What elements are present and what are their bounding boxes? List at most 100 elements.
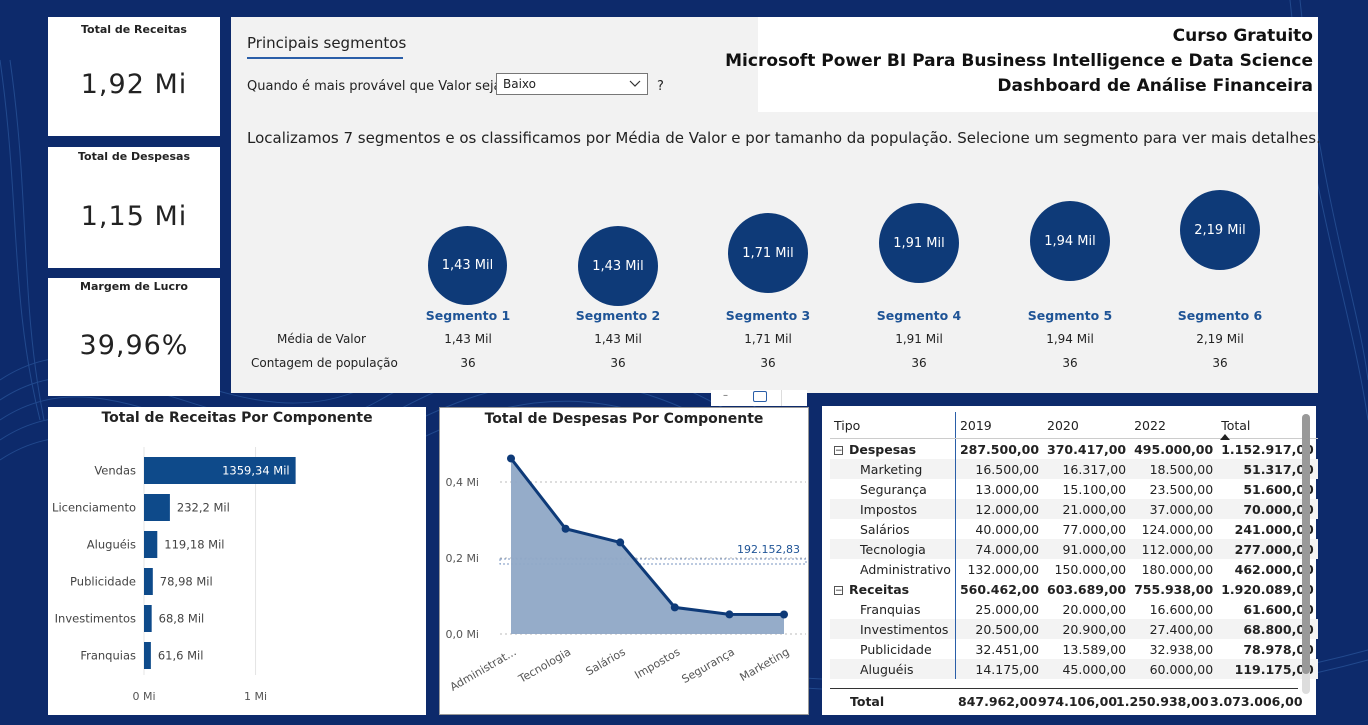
value-dropdown[interactable]: Baixo: [496, 73, 648, 95]
category-label: Aluguéis: [87, 538, 136, 552]
vertical-scrollbar[interactable]: [1302, 414, 1310, 694]
matrix-cell: 287.500,00: [959, 441, 1040, 457]
segment-bubble-1[interactable]: 1,43 Mil: [428, 226, 507, 305]
matrix-cell: 25.000,00: [975, 601, 1040, 617]
chevron-down-icon: [629, 80, 641, 87]
data-label: 1359,34 Mil: [222, 464, 290, 478]
segment-name-6[interactable]: Segmento 6: [1160, 308, 1280, 323]
data-label: 78,98 Mil: [160, 575, 213, 589]
matrix-cell: 132.000,00: [967, 561, 1040, 577]
bar: [144, 642, 151, 669]
row-label-contagem: Contagem de população: [251, 356, 398, 370]
matrix-group-row[interactable]: − Receitas 560.462,00 603.689,00 755.938,00 1…: [830, 579, 1318, 599]
matrix-cell: 18.500,00: [1130, 459, 1218, 479]
segment-name-3[interactable]: Segmento 3: [708, 308, 828, 323]
matrix-table: Tipo 2019 2020 2022 Total − Despesas 287.5…: [830, 412, 1318, 679]
matrix-cell: 91.000,00: [1043, 539, 1131, 559]
collapse-icon[interactable]: −: [834, 585, 843, 595]
filter-icon[interactable]: –: [723, 390, 728, 401]
more-options-icon[interactable]: [781, 390, 808, 406]
matrix-row[interactable]: Investimentos 20.500,00 20.900,00 27.400,00…: [830, 619, 1318, 639]
segments-description: Localizamos 7 segmentos e os classificam…: [247, 129, 1321, 147]
segment-count-6: 36: [1212, 356, 1228, 370]
matrix-cell: 32.938,00: [1149, 641, 1214, 657]
column-header-2022[interactable]: 2022: [1130, 412, 1218, 439]
segment-bubble-4[interactable]: 1,91 Mil: [879, 203, 959, 283]
matrix-cell: 124.000,00: [1141, 521, 1214, 537]
kpi-card-receitas[interactable]: Total de Receitas 1,92 Mi: [48, 17, 220, 136]
segment-bubble-6[interactable]: 2,19 Mil: [1180, 190, 1260, 270]
matrix-row[interactable]: Segurança 13.000,00 15.100,00 23.500,00 51.6…: [830, 479, 1318, 499]
matrix-cell: 16.500,00: [955, 459, 1044, 479]
collapse-icon[interactable]: −: [834, 445, 843, 455]
data-label: 119,18 Mil: [164, 538, 224, 552]
matrix-row[interactable]: Administrativo 132.000,00 150.000,00 180.00…: [830, 559, 1318, 579]
matrix-row[interactable]: Tecnologia 74.000,00 91.000,00 112.000,00 27…: [830, 539, 1318, 559]
kpi-card-margem[interactable]: Margem de Lucro 39,96%: [48, 278, 220, 396]
x-tick-label: Administrat...: [448, 645, 519, 693]
column-header-tipo[interactable]: Tipo: [830, 412, 956, 439]
matrix-cell: 755.938,00: [1134, 581, 1214, 597]
bubble-value: 1,91 Mil: [893, 235, 945, 251]
reference-line-label: 192.152,83: [737, 543, 800, 556]
segment-count-2: 36: [610, 356, 626, 370]
matrix-row[interactable]: Marketing 16.500,00 16.317,00 18.500,00 51.3…: [830, 459, 1318, 479]
matrix-group-row[interactable]: − Despesas 287.500,00 370.417,00 495.000,00 1…: [830, 438, 1318, 459]
data-point: [780, 610, 788, 619]
matrix-row[interactable]: Aluguéis 14.175,00 45.000,00 60.000,00 119.1…: [830, 659, 1318, 679]
data-label: 68,8 Mil: [159, 612, 205, 626]
matrix-cell: 27.400,00: [1130, 619, 1218, 639]
matrix-row[interactable]: Publicidade 32.451,00 13.589,00 32.938,00 78…: [830, 639, 1318, 659]
row-label-cell: Administrativo: [830, 559, 956, 579]
segment-avg-2: 1,43 Mil: [594, 332, 642, 346]
kpi-value: 1,92 Mi: [80, 69, 188, 100]
matrix-row[interactable]: Impostos 12.000,00 21.000,00 37.000,00 70.00…: [830, 499, 1318, 519]
bar: [144, 494, 170, 521]
focus-mode-icon[interactable]: [753, 391, 767, 402]
dropdown-selected-value: Baixo: [503, 77, 536, 91]
row-label-cell: Franquias: [830, 599, 956, 619]
total-2019: 847.962,00: [958, 694, 1038, 709]
question-label: Quando é mais provável que Valor seja: [247, 79, 502, 94]
matrix-cell: 20.000,00: [1062, 601, 1127, 617]
matrix-cell: 15.100,00: [1062, 481, 1127, 497]
matrix-cell: 37.000,00: [1130, 499, 1218, 519]
data-label: 232,2 Mil: [177, 501, 230, 515]
tab-principais-segmentos[interactable]: Principais segmentos: [247, 34, 406, 52]
column-header-2019[interactable]: 2019: [955, 412, 1044, 439]
segment-bubble-3[interactable]: 1,71 Mil: [728, 213, 808, 293]
kpi-value: 1,15 Mi: [80, 201, 188, 232]
x-tick-label: Impostos: [632, 645, 682, 681]
segment-name-2[interactable]: Segmento 2: [558, 308, 678, 323]
segment-bubble-5[interactable]: 1,94 Mil: [1030, 201, 1110, 281]
x-tick-label: 0 Mi: [132, 690, 155, 703]
kpi-title: Margem de Lucro: [80, 280, 188, 293]
matrix-cell: 20.900,00: [1043, 619, 1131, 639]
scrollbar-thumb[interactable]: [1302, 414, 1310, 674]
matrix-row[interactable]: Salários 40.000,00 77.000,00 124.000,00 241.…: [830, 519, 1318, 539]
matrix-cell: 23.500,00: [1149, 481, 1214, 497]
total-2022: 1.250.938,00: [1116, 694, 1209, 709]
title-line-1: Curso Gratuito: [1172, 26, 1313, 46]
column-header-2020[interactable]: 2020: [1043, 412, 1131, 439]
segment-name-5[interactable]: Segmento 5: [1010, 308, 1130, 323]
segments-panel: Principais segmentos Quando é mais prová…: [231, 17, 1321, 393]
row-label-cell: Marketing: [830, 459, 956, 479]
bar: [144, 605, 152, 632]
x-tick-label: Segurança: [680, 645, 737, 686]
kpi-card-despesas[interactable]: Total de Despesas 1,15 Mi: [48, 147, 220, 268]
matrix-cell: 20.500,00: [955, 619, 1044, 639]
row-label-cell: Segurança: [830, 479, 956, 499]
row-label-cell: Impostos: [830, 499, 956, 519]
matrix-cell: 150.000,00: [1054, 561, 1127, 577]
segment-bubble-2[interactable]: 1,43 Mil: [578, 226, 658, 306]
segment-name-1[interactable]: Segmento 1: [408, 308, 528, 323]
matrix-total-row: Total 847.962,00 974.106,00 1.250.938,00…: [830, 688, 1303, 713]
x-tick-label: Tecnologia: [516, 645, 574, 686]
category-label: Investimentos: [55, 612, 136, 626]
segment-name-4[interactable]: Segmento 4: [859, 308, 979, 323]
data-point: [561, 524, 570, 533]
financial-matrix: Tipo 2019 2020 2022 Total − Despesas 287.5…: [822, 406, 1318, 715]
y-tick-label: 0,2 Mi: [445, 552, 479, 565]
matrix-row[interactable]: Franquias 25.000,00 20.000,00 16.600,00 61.6…: [830, 599, 1318, 619]
